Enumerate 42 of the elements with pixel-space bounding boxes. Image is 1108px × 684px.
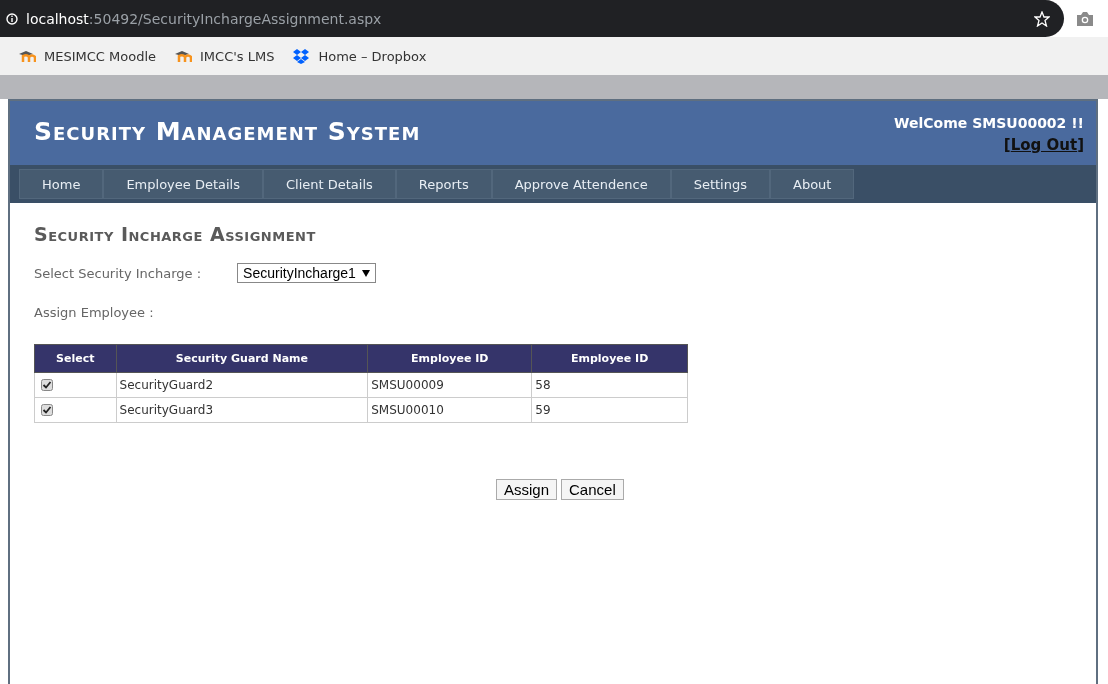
assign-label: Assign Employee : <box>34 305 155 320</box>
select-label: Select Security Incharge : <box>34 265 202 281</box>
table-cell: SMSU00009 <box>367 372 532 398</box>
bookmark-link[interactable]: Home – Dropbox <box>318 48 427 64</box>
table-cell: SecurityGuard2 <box>116 372 368 398</box>
nav-item[interactable]: About <box>770 169 855 199</box>
nav-item[interactable]: Employee Details <box>103 169 263 199</box>
checkbox[interactable] <box>41 404 53 416</box>
table-cell: 58 <box>531 372 688 398</box>
dropbox-icon <box>292 48 311 64</box>
checkbox[interactable] <box>41 379 53 391</box>
column-header: Employee ID <box>531 344 688 373</box>
table-cell: 59 <box>531 397 688 423</box>
bracket-text: ] <box>1077 136 1084 154</box>
welcome-text: WelCome SMSU00002 !! <box>894 115 1084 131</box>
caret-icon <box>361 269 370 277</box>
info-icon <box>6 12 18 25</box>
nav-item[interactable]: Approve Attendence <box>491 169 671 199</box>
column-header: Employee ID <box>367 344 532 373</box>
column-header: Select <box>34 344 117 373</box>
camera-icon[interactable] <box>1076 10 1094 27</box>
nav-item[interactable]: Client Details <box>263 169 396 199</box>
bracket-text: [ <box>1003 136 1011 154</box>
table-cell: SMSU00010 <box>367 397 532 423</box>
action-button[interactable]: Assign <box>496 479 558 500</box>
url-host[interactable]: localhost <box>26 10 89 27</box>
nav-item[interactable]: Home <box>19 169 104 199</box>
column-header: Security Guard Name <box>116 344 368 373</box>
logout-link[interactable]: Log Out <box>1010 136 1078 154</box>
bookmark-link[interactable]: MESIMCC Moodle <box>44 48 156 64</box>
table-cell: SecurityGuard3 <box>116 397 368 423</box>
app-title: Security Management System <box>34 117 421 148</box>
incharge-dropdown[interactable]: SecurityIncharge1 <box>237 263 376 283</box>
moodle-icon <box>18 50 36 62</box>
page-title: Security Incharge Assignment <box>34 223 317 245</box>
bookmark-link[interactable]: IMCC's LMS <box>200 48 275 64</box>
action-button[interactable]: Cancel <box>561 479 624 500</box>
url-path[interactable]: :50492/SecurityInchargeAssignment.aspx <box>88 10 382 27</box>
nav-item[interactable]: Settings <box>670 169 770 199</box>
moodle-icon <box>174 50 192 62</box>
nav-item[interactable]: Reports <box>395 169 492 199</box>
star-icon[interactable] <box>1034 10 1050 27</box>
